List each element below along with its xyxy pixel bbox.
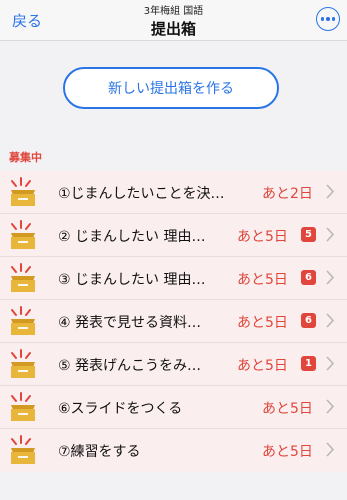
submission-box-title: ③ じまんしたい 理由… — [58, 272, 206, 288]
chevron-right-icon — [326, 399, 334, 414]
submission-box-title: ⑦練習をする — [58, 444, 141, 460]
chevron-right-icon — [326, 184, 334, 199]
submission-box-row[interactable]: ①じまんしたいことを決… あと2日 — [0, 171, 347, 214]
submission-box-row[interactable]: ② じまんしたい 理由… あと5日 5 — [0, 214, 347, 257]
submission-box-row[interactable]: ⑥スライドをつくる あと5日 — [0, 386, 347, 429]
navigation-bar: 戻る 3年梅組 国語 提出箱 — [0, 0, 347, 41]
submission-box-title: ⑤ 発表げんこうをみ… — [58, 358, 202, 374]
submission-box-title: ② じまんしたい 理由… — [58, 229, 206, 245]
section-label-open: 募集中 — [9, 151, 42, 164]
more-options-icon[interactable] — [316, 7, 340, 31]
deadline-label: あと2日 — [262, 186, 313, 202]
inbox-box-icon — [11, 177, 35, 206]
deadline-label: あと5日 — [237, 272, 288, 288]
deadline-label: あと5日 — [262, 444, 313, 460]
chevron-right-icon — [326, 313, 334, 328]
chevron-right-icon — [326, 356, 334, 371]
submission-count-badge: 5 — [301, 227, 316, 242]
class-name: 3年梅組 国語 — [143, 6, 204, 17]
inbox-box-icon — [11, 435, 35, 464]
submission-box-row[interactable]: ④ 発表で見せる資料… あと5日 6 — [0, 300, 347, 343]
chevron-right-icon — [326, 227, 334, 242]
deadline-label: あと5日 — [262, 401, 313, 417]
chevron-right-icon — [326, 442, 334, 457]
chevron-right-icon — [326, 270, 334, 285]
deadline-label: あと5日 — [237, 229, 288, 245]
submission-box-row[interactable]: ⑦練習をする あと5日 — [0, 429, 347, 472]
submission-box-title: ④ 発表で見せる資料… — [58, 315, 202, 331]
submission-count-badge: 6 — [301, 270, 316, 285]
submission-box-row[interactable]: ③ じまんしたい 理由… あと5日 6 — [0, 257, 347, 300]
inbox-box-icon — [11, 220, 35, 249]
submission-count-badge: 6 — [301, 313, 316, 328]
inbox-box-icon — [11, 392, 35, 421]
deadline-label: あと5日 — [237, 358, 288, 374]
inbox-box-icon — [11, 349, 35, 378]
submission-box-title: ①じまんしたいことを決… — [58, 186, 225, 202]
inbox-box-icon — [11, 306, 35, 335]
inbox-box-icon — [11, 263, 35, 292]
submission-box-row[interactable]: ⑤ 発表げんこうをみ… あと5日 1 — [0, 343, 347, 386]
create-submission-box-button[interactable]: 新しい提出箱を作る — [63, 67, 279, 109]
submission-box-title: ⑥スライドをつくる — [58, 401, 183, 417]
page-title: 提出箱 — [150, 20, 196, 38]
submission-box-list: ①じまんしたいことを決… あと2日 ② じまんしたい 理由… あと5日 5 ③ … — [0, 171, 347, 472]
deadline-label: あと5日 — [237, 315, 288, 331]
submission-count-badge: 1 — [301, 356, 316, 371]
